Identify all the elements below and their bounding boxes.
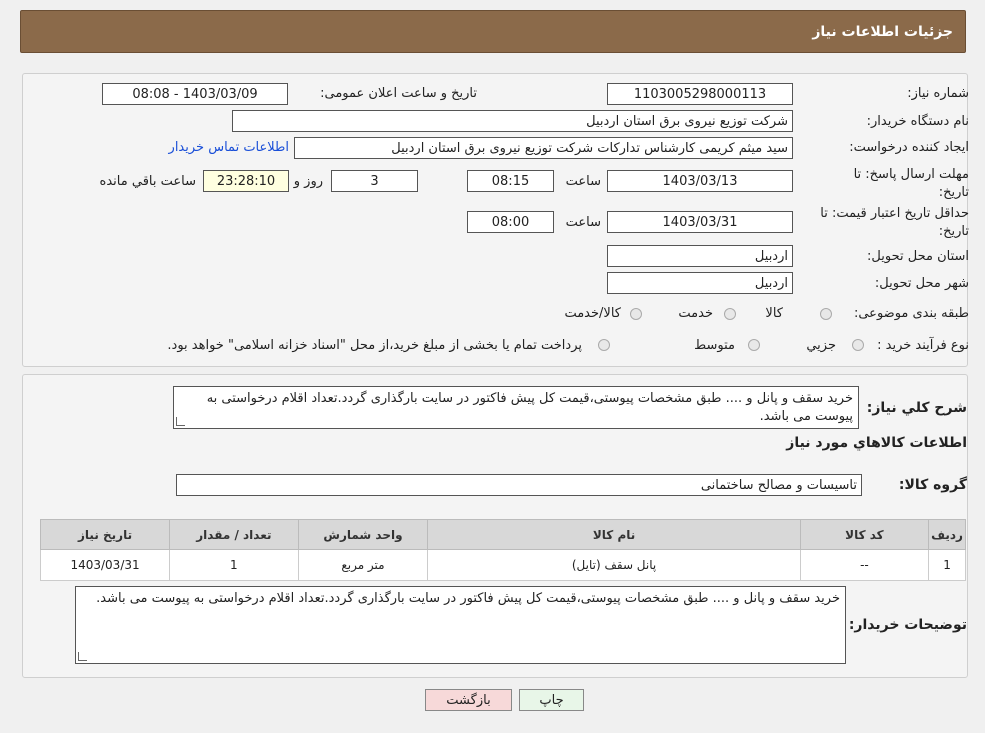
back-button[interactable]: بازگشت [425,689,512,711]
description-text: خرید سقف و پانل و .... طبق مشخصات پیوستی… [206,391,853,424]
need-number-label: شماره نیاز: [907,86,969,101]
page-header: جزئیات اطلاعات نیاز [20,10,966,53]
cell-name: پانل سقف (تایل) [427,549,801,581]
col-unit: واحد شمارش [297,519,429,550]
creator-label: ایجاد کننده درخواست: [849,140,969,155]
resize-grip-icon[interactable] [78,652,87,661]
col-row: ردیف [928,519,966,550]
reply-time-label: ساعت [565,174,601,189]
province-field: اردبیل [607,245,793,267]
cell-row: 1 [928,549,966,581]
goods-group-label: گروه کالا: [898,477,967,493]
category-service-radio[interactable] [724,308,736,320]
reply-date-field: 1403/03/13 [607,170,793,192]
cell-date: 1403/03/31 [39,549,171,581]
buyer-contact-link[interactable]: اطلاعات تماس خریدار [169,140,289,155]
reply-deadline-label: مهلت ارسال پاسخ: تا تاریخ: [853,167,969,200]
city-label: شهر محل تحویل: [874,276,969,291]
buyer-notes-label: توضیحات خریدار: [848,617,967,633]
page-title: جزئیات اطلاعات نیاز [812,23,953,40]
table-header-row: ردیف کد کالا نام کالا واحد شمارش تعداد /… [39,519,966,550]
price-valid-time-field: 08:00 [467,211,554,233]
resize-grip-icon[interactable] [176,417,185,426]
process-medium-radio[interactable] [748,339,760,351]
buyer-notes-text: خرید سقف و پانل و .... طبق مشخصات پیوستی… [96,591,840,606]
buyer-org-field: شرکت توزیع نیروی برق استان اردبیل [232,110,793,132]
announce-datetime-field: 1403/03/09 - 08:08 [102,83,288,105]
col-code: کد کالا [799,519,930,550]
category-goods-label: کالا [765,306,783,321]
category-service-label: خدمت [678,306,713,321]
buyer-org-label: نام دستگاه خریدار: [866,114,969,129]
province-label: استان محل تحویل: [867,249,969,264]
reply-time-field: 08:15 [467,170,554,192]
category-goods-radio[interactable] [820,308,832,320]
process-medium-label: متوسط [694,338,735,353]
cell-qty: 1 [169,549,299,581]
print-button[interactable]: چاپ [519,689,584,711]
price-valid-date-field: 1403/03/31 [607,211,793,233]
creator-field: سید میثم کریمی کارشناس تدارکات شرکت توزی… [294,137,793,159]
city-field: اردبیل [607,272,793,294]
goods-group-field: تاسیسات و مصالح ساختمانی [176,474,862,496]
col-name: نام کالا [427,519,801,550]
process-partial-radio[interactable] [852,339,864,351]
cell-code: -- [799,549,930,581]
col-qty: تعداد / مقدار [169,519,299,550]
process-label: نوع فرآیند خرید : [877,338,969,353]
days-label: روز و [293,174,323,189]
cell-unit: متر مربع [297,549,429,581]
category-both-label: کالا/خدمت [564,306,621,321]
process-partial-label: جزیي [806,338,836,353]
price-valid-label: حداقل تاریخ اعتبار قیمت: تا تاریخ: [820,206,969,239]
category-both-radio[interactable] [630,308,642,320]
days-field: 3 [331,170,418,192]
announce-label: تاریخ و ساعت اعلان عمومی: [320,86,477,101]
remaining-label: ساعت باقي مانده [99,174,196,189]
category-label: طبقه بندی موضوعی: [853,306,969,321]
price-valid-time-label: ساعت [565,215,601,230]
process-note: پرداخت تمام یا بخشی از مبلغ خرید،از محل … [167,338,582,353]
table-row: 1 -- پانل سقف (تایل) متر مربع 1 1403/03/… [39,549,966,581]
goods-table: ردیف کد کالا نام کالا واحد شمارش تعداد /… [39,519,966,581]
description-label: شرح کلي نياز: [866,400,967,416]
remaining-time-field: 23:28:10 [203,170,289,192]
process-treasury-checkbox[interactable] [598,339,610,351]
col-date: تاریخ نیاز [39,519,171,550]
goods-info-title: اطلاعات کالاهاي مورد نياز [786,435,967,451]
buyer-notes-textarea[interactable]: خرید سقف و پانل و .... طبق مشخصات پیوستی… [75,586,846,664]
need-number-field: 1103005298000113 [607,83,793,105]
description-textarea[interactable]: خرید سقف و پانل و .... طبق مشخصات پیوستی… [173,386,859,429]
